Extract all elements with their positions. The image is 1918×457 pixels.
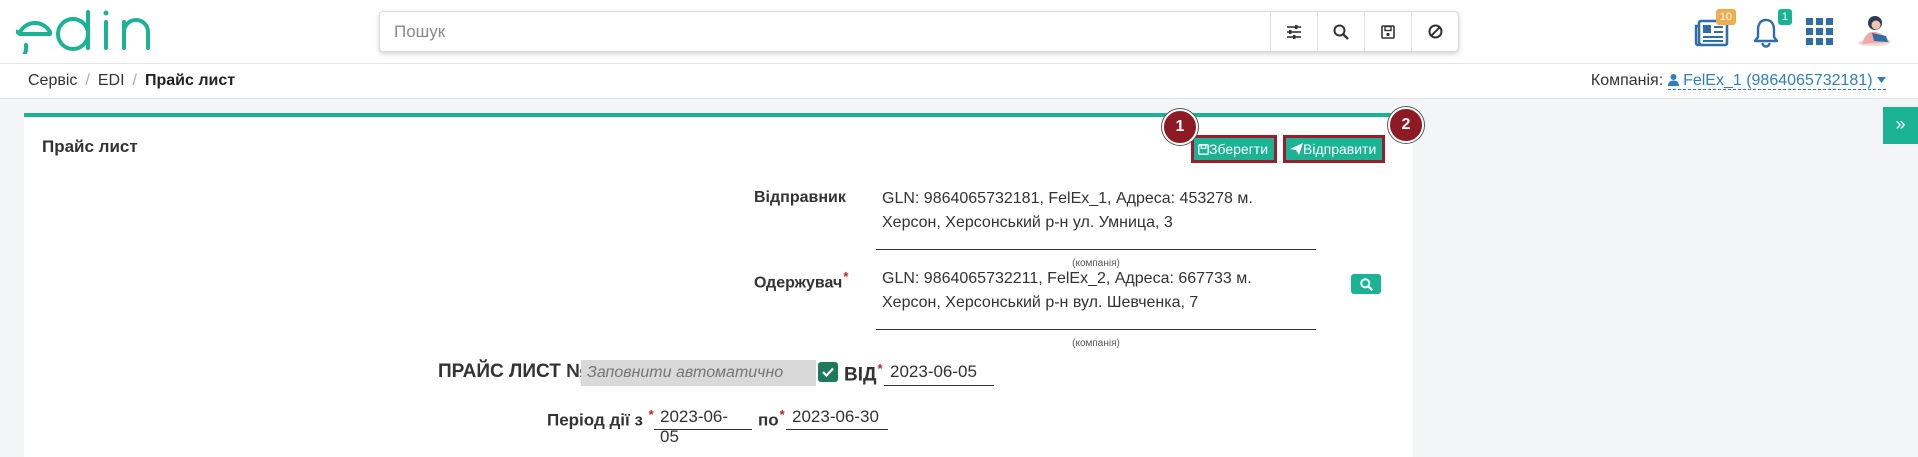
breadcrumb-item-edi[interactable]: EDI	[98, 72, 125, 89]
sender-address-line1: GLN: 9864065732181, FelEx_1, Адреса: 453…	[882, 190, 1253, 207]
floppy-icon	[1198, 144, 1209, 155]
company-selector: Компанія: FelEx_1 (9864065732181)	[1591, 72, 1886, 90]
sliders-icon	[1287, 24, 1301, 39]
avatar	[1858, 16, 1890, 46]
search-input[interactable]	[380, 12, 1270, 51]
edin-logo[interactable]	[16, 8, 162, 54]
breadcrumb-bar: Сервіс / EDI / Прайс лист Компанія: FelEx_1 …	[0, 64, 1918, 99]
period-to-label-text: по	[758, 410, 779, 430]
autofill-checkbox[interactable]	[818, 362, 838, 382]
user-avatar-button[interactable]	[1856, 14, 1896, 50]
save-button[interactable]: Зберегти	[1190, 135, 1278, 163]
price-list-card: Прайс лист Зберегти Відправити 1 2 Відпр…	[24, 107, 1424, 457]
news-badge: 10	[1715, 9, 1736, 25]
receiver-underline	[876, 329, 1316, 330]
ban-icon	[1428, 24, 1442, 39]
receiver-caption: (компанія)	[1072, 338, 1120, 349]
save-search-button[interactable]	[1364, 12, 1411, 51]
search-icon	[1359, 277, 1373, 291]
sender-address-line2: Херсон, Херсонський р-н ул. Умница, 3	[882, 214, 1173, 231]
sender-address: GLN: 9864065732181, FelEx_1, Адреса: 453…	[882, 187, 1312, 235]
doc-number-label: ПРАЙС ЛИСТ №	[438, 361, 588, 382]
period-from-label-text: Період дії з	[547, 410, 643, 430]
receiver-search-button[interactable]	[1351, 274, 1381, 294]
period-from-label: Період дії з *	[547, 407, 654, 431]
send-button[interactable]: Відправити	[1282, 135, 1386, 163]
receiver-address-line1: GLN: 9864065732211, FelEx_2, Адреса: 667…	[882, 270, 1252, 287]
sender-label: Відправник	[754, 189, 846, 206]
notifications-badge: 1	[1777, 9, 1792, 25]
search-icon	[1333, 24, 1349, 40]
clear-search-button[interactable]	[1411, 12, 1458, 51]
receiver-label: Одержувач*	[754, 269, 848, 292]
search-button[interactable]	[1317, 12, 1364, 51]
news-button[interactable]: 10	[1694, 9, 1736, 50]
notifications-button[interactable]: 1	[1750, 9, 1792, 50]
apps-button[interactable]	[1804, 14, 1840, 50]
callout-1: 1	[1162, 109, 1198, 145]
paper-plane-icon	[1290, 143, 1303, 155]
breadcrumb-item-service[interactable]: Сервіс	[28, 72, 77, 89]
save-button-label: Зберегти	[1209, 141, 1269, 157]
search-bar	[379, 11, 1459, 52]
card-title: Прайс лист	[42, 137, 138, 156]
callout-2: 2	[1388, 107, 1424, 143]
receiver-label-text: Одержувач	[754, 274, 843, 292]
doc-date-label: ВІД*	[844, 361, 883, 386]
receiver-address[interactable]: GLN: 9864065732211, FelEx_2, Адреса: 667…	[882, 267, 1312, 315]
period-from-field[interactable]: 2023-06-05	[654, 407, 752, 446]
doc-date-label-text: ВІД	[844, 364, 877, 386]
floppy-icon	[1381, 24, 1395, 39]
sender-underline	[876, 249, 1316, 250]
grid-icon	[1806, 18, 1833, 45]
top-header: 10 1	[0, 0, 1918, 64]
company-value: FelEx_1 (9864065732181)	[1683, 72, 1873, 89]
breadcrumb-current: Прайс лист	[144, 72, 236, 89]
caret-down-icon	[1877, 77, 1886, 83]
required-mark: *	[779, 407, 785, 422]
breadcrumb: Сервіс / EDI / Прайс лист	[28, 72, 235, 90]
company-label: Компанія:	[1590, 72, 1664, 89]
period-to-label: по*	[758, 407, 785, 431]
send-button-label: Відправити	[1303, 141, 1377, 157]
required-mark: *	[877, 361, 883, 376]
breadcrumb-separator: /	[85, 72, 90, 89]
company-dropdown[interactable]: FelEx_1 (9864065732181)	[1667, 72, 1886, 90]
period-to-field[interactable]: 2023-06-30	[786, 407, 888, 430]
required-mark: *	[843, 269, 849, 284]
side-panel-toggle[interactable]: »	[1883, 107, 1918, 144]
doc-number-input[interactable]	[581, 360, 816, 386]
user-icon	[1667, 74, 1679, 86]
receiver-address-line2: Херсон, Херсонський р-н вул. Шевченка, 7	[882, 294, 1199, 311]
check-icon	[822, 367, 834, 377]
filter-button[interactable]	[1270, 12, 1317, 51]
doc-date-field[interactable]: 2023-06-05	[884, 362, 994, 386]
breadcrumb-separator: /	[132, 72, 137, 89]
required-mark: *	[648, 407, 654, 422]
